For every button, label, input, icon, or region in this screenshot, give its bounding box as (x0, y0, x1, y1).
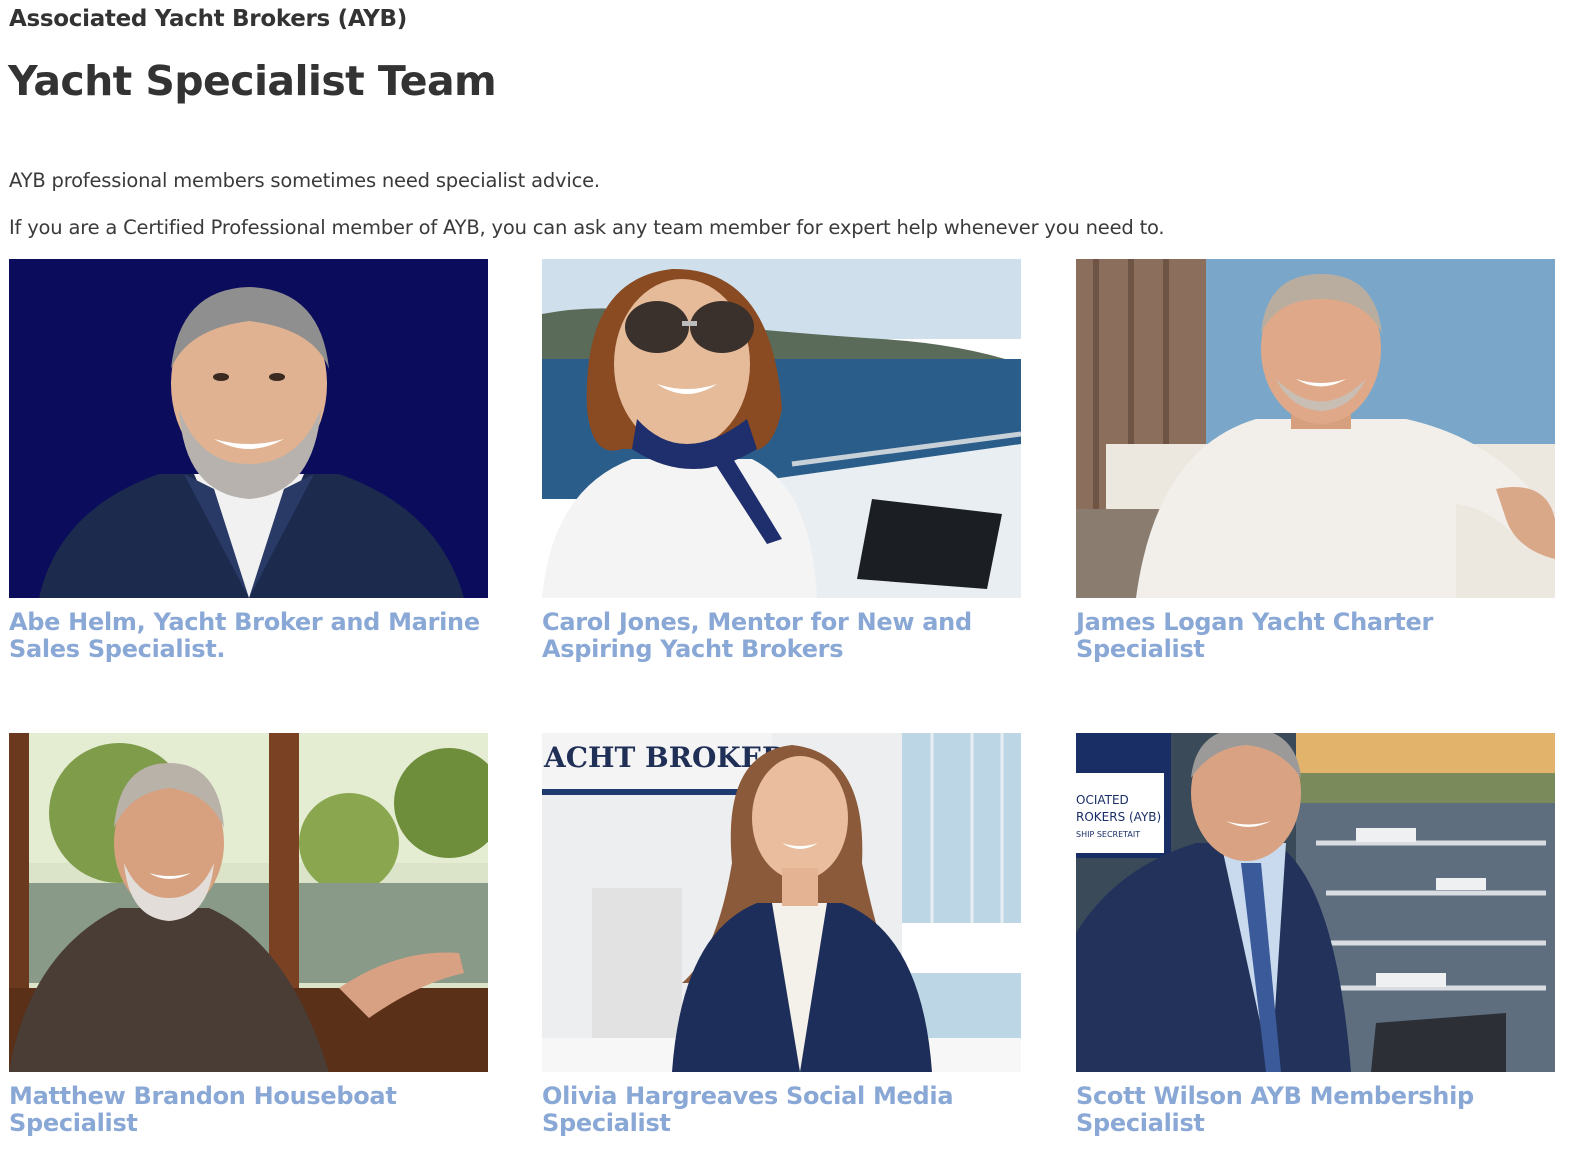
team-member-link[interactable]: James Logan Yacht Charter Specialist (1076, 609, 1555, 663)
team-member-link[interactable]: Matthew Brandon Houseboat Specialist (9, 1083, 488, 1137)
team-member-link[interactable]: Carol Jones, Mentor for New and Aspiring… (542, 609, 1021, 663)
team-member-photo[interactable] (9, 259, 488, 598)
team-card: James Logan Yacht Charter Specialist (1076, 259, 1555, 663)
intro-text: AYB professional members sometimes need … (9, 169, 600, 192)
team-card: Matthew Brandon Houseboat Specialist (9, 733, 488, 1137)
signage-text: OCIATED (1076, 793, 1129, 807)
team-member-photo[interactable]: ACHT BROKERS (542, 733, 1021, 1072)
intro-text-member-help: If you are a Certified Professional memb… (9, 216, 1165, 239)
team-member-photo[interactable] (1076, 259, 1555, 598)
team-member-photo[interactable] (9, 733, 488, 1072)
team-card: Carol Jones, Mentor for New and Aspiring… (542, 259, 1021, 663)
team-card: Abe Helm, Yacht Broker and Marine Sales … (9, 259, 488, 663)
team-member-link[interactable]: Olivia Hargreaves Social Media Specialis… (542, 1083, 1021, 1137)
team-member-photo[interactable] (542, 259, 1021, 598)
site-name: Associated Yacht Brokers (AYB) (9, 6, 407, 32)
team-card: OCIATED ROKERS (AYB) SHIP SECRETAIT Scot… (1076, 733, 1555, 1137)
team-member-link[interactable]: Abe Helm, Yacht Broker and Marine Sales … (9, 609, 488, 663)
team-member-photo[interactable]: OCIATED ROKERS (AYB) SHIP SECRETAIT (1076, 733, 1555, 1072)
team-member-link[interactable]: Scott Wilson AYB Membership Specialist (1076, 1083, 1555, 1137)
signage-text: SHIP SECRETAIT (1076, 830, 1140, 839)
team-card: ACHT BROKERS Olivia Hargreaves Social Me… (542, 733, 1021, 1137)
page-title: Yacht Specialist Team (8, 57, 497, 105)
signage-text: ROKERS (AYB) (1076, 810, 1161, 824)
